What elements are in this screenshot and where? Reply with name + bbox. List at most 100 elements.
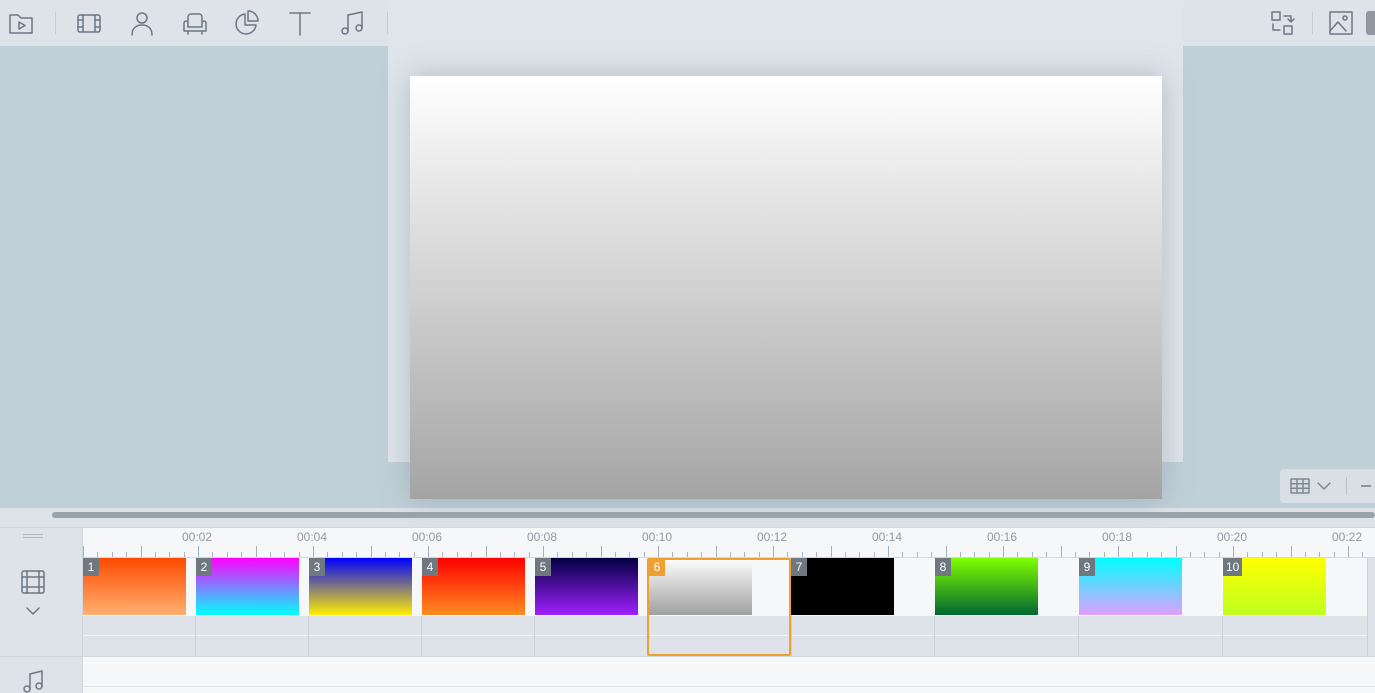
expand-track-button[interactable] [25,604,41,616]
ruler-minor-tick [916,552,918,557]
scene-number-badge: 10 [1223,558,1243,576]
ruler-minor-tick [557,552,559,557]
ruler-minor-tick [1304,552,1306,557]
audio-track-button[interactable] [20,667,48,693]
scrollbar-thumb[interactable] [52,512,1375,518]
background-image-button[interactable] [1323,5,1359,41]
timeline-panel: 00:02 00:04 00:06 00:08 00:10 00:12 00:14 00:16… [0,527,1375,693]
folder-video-icon [9,14,33,34]
timeline-track-headers [0,528,83,693]
ruler-minor-tick [111,552,113,557]
ruler-minor-tick [974,552,976,557]
clip-separator [308,616,309,656]
ruler-minor-tick [787,552,789,557]
ruler-minor-tick [356,552,358,557]
props-button[interactable] [177,5,213,41]
ruler-major-tick [600,546,602,557]
ruler-minor-tick [1319,552,1321,557]
ruler-minor-tick [413,552,415,557]
ruler-major-tick [658,546,659,557]
ruler-minor-tick [1362,552,1364,557]
ruler-time-label: 00:12 [757,530,788,544]
scene-clip[interactable]: 1 [83,558,186,616]
ruler-time-label: 00:22 [1332,530,1363,544]
clip-transition-row [83,616,1367,656]
ruler-minor-tick [499,552,501,557]
ruler-time-label: 00:06 [412,530,443,544]
ruler-minor-tick [859,552,861,557]
armchair-icon [183,13,207,35]
text-icon [289,12,311,36]
horizontal-scrollbar[interactable] [10,512,1375,518]
ruler-major-tick [830,546,832,557]
ruler-minor-tick [902,552,904,557]
grid-control[interactable] [1280,469,1375,503]
film-icon [21,570,45,594]
ruler-time-label: 00:10 [642,530,673,544]
scene-number-badge: 1 [83,558,99,576]
chevron-down-icon[interactable] [1316,480,1332,492]
ruler-minor-tick [686,552,688,557]
text-button[interactable] [282,5,318,41]
scene-clip[interactable]: 3 [309,558,412,616]
scene-clip[interactable]: 4 [422,558,525,616]
ruler-minor-tick [456,552,458,557]
ruler-time-label: 00:14 [872,530,903,544]
scene-clip[interactable]: 2 [196,558,299,616]
ruler-major-tick [945,546,947,557]
scenes-button[interactable] [71,5,107,41]
ruler-minor-tick [1046,552,1048,557]
ruler-minor-tick [672,552,674,557]
music-note-icon [23,670,43,693]
ruler-minor-tick [959,552,961,557]
ruler-major-tick [888,546,889,557]
toolbar-divider [1312,12,1313,34]
ruler-major-tick [140,546,142,557]
ruler-time-label: 00:20 [1217,530,1248,544]
audio-track[interactable] [83,657,1375,693]
ruler-minor-tick [844,552,846,557]
ruler-minor-tick [298,552,300,557]
ruler-minor-tick [931,552,933,557]
ruler-minor-tick [514,552,516,557]
scene-track-button[interactable] [19,568,47,596]
music-button[interactable] [335,5,371,41]
scene-number-badge: 5 [535,558,551,576]
clip-separator [421,616,422,656]
ruler-minor-tick [1089,552,1091,557]
resize-handle-icon[interactable] [23,534,43,538]
scene-number-badge: 9 [1079,558,1095,576]
scene-canvas[interactable] [410,76,1162,499]
ruler-major-tick [428,546,429,557]
ruler-minor-tick [269,552,271,557]
pie-chart-icon [235,10,259,35]
ruler-major-tick [1175,546,1177,557]
scene-clip[interactable]: 7 [791,558,894,616]
ruler-minor-tick [212,552,214,557]
scene-number-badge: 3 [309,558,325,576]
grid-icon [1290,478,1310,494]
ruler-major-tick [198,546,199,557]
zoom-out-icon[interactable] [1361,485,1371,487]
track-end [1367,558,1375,656]
ruler-minor-tick [873,552,875,557]
ruler-minor-tick [1146,552,1148,557]
scene-clip[interactable]: 9 [1079,558,1182,616]
timeline-ruler[interactable]: 00:02 00:04 00:06 00:08 00:10 00:12 00:14 00:16… [83,528,1375,558]
ruler-minor-tick [169,552,171,557]
scene-clip[interactable]: 6 [649,558,752,616]
characters-button[interactable] [124,5,160,41]
scene-clip[interactable]: 8 [935,558,1038,616]
ruler-minor-tick [327,552,329,557]
scene-clip[interactable]: 10 [1223,558,1326,616]
scene-number-badge: 2 [196,558,212,576]
scene-clip[interactable]: 5 [535,558,638,616]
clip-separator [934,616,935,656]
swap-button[interactable] [1264,5,1300,41]
ruler-major-tick [1290,546,1292,557]
chevron-down-icon [26,607,40,615]
ruler-minor-tick [528,552,530,557]
charts-button[interactable] [229,5,265,41]
panel-toggle-tab[interactable] [1366,11,1375,35]
open-project-button[interactable] [3,5,39,41]
